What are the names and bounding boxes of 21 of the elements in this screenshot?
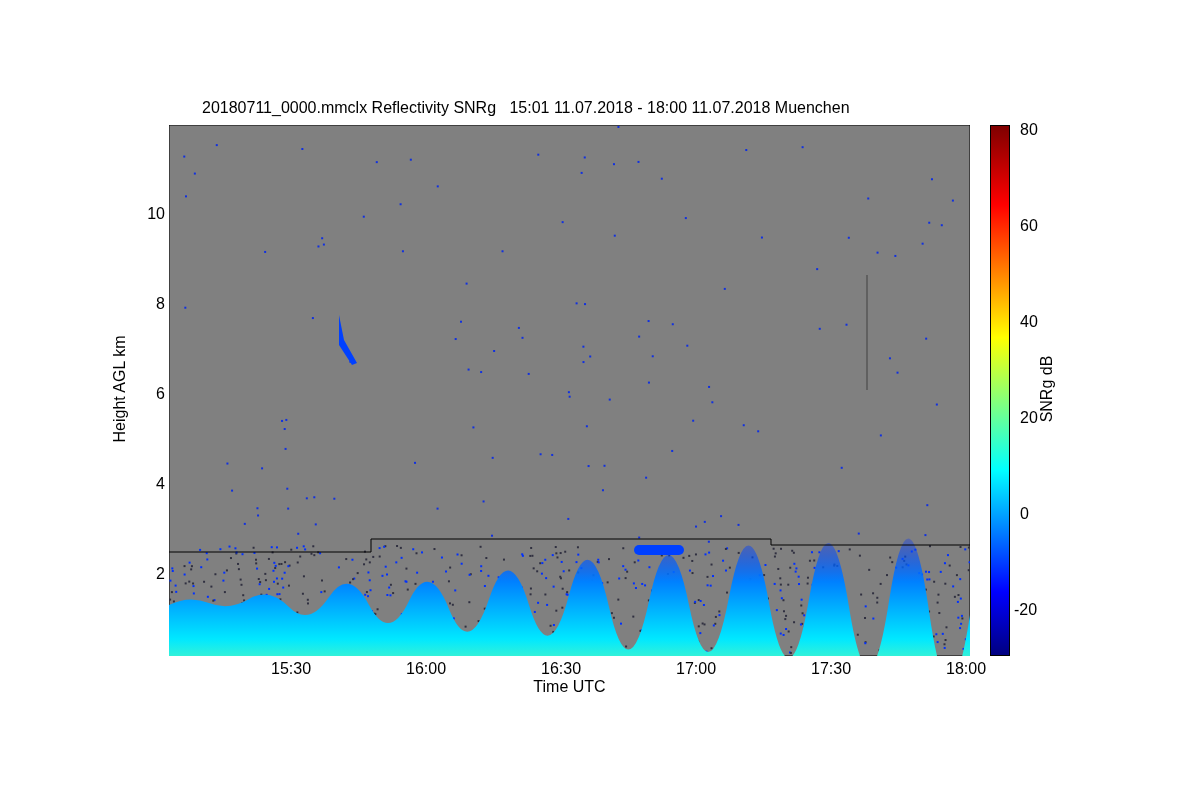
- y-tick-label: 8: [156, 295, 165, 313]
- colorbar-tick-label: 0: [1020, 505, 1029, 523]
- x-tick-label: 16:00: [406, 660, 447, 678]
- colorbar-label: SNRg dB: [1038, 354, 1056, 425]
- x-axis-label: Time UTC: [533, 678, 606, 696]
- x-tick-label: 15:30: [271, 660, 312, 678]
- y-tick-label: 10: [147, 205, 165, 223]
- y-tick-label: 6: [156, 385, 165, 403]
- y-axis-label: Height AGL km: [111, 334, 129, 445]
- y-tick-label: 2: [156, 565, 165, 583]
- y-tick-label: 4: [156, 475, 165, 493]
- x-tick-label: 18:00: [946, 660, 987, 678]
- colorbar-tick-label: 80: [1020, 121, 1038, 139]
- colorbar-tick-label: 20: [1020, 409, 1038, 427]
- colorbar-tick-label: 60: [1020, 217, 1038, 235]
- colorbar-tick-label: 40: [1020, 313, 1038, 331]
- chart-title: 20180711_0000.mmclx Reflectivity SNRg 15:01 11.07.2018 - 18:00 11.07.2018 Muenchen: [202, 99, 850, 117]
- x-tick-label: 17:30: [811, 660, 852, 678]
- x-tick-label: 17:00: [676, 660, 717, 678]
- x-tick-label: 16:30: [541, 660, 582, 678]
- colorbar-tick-label: -20: [1014, 601, 1038, 619]
